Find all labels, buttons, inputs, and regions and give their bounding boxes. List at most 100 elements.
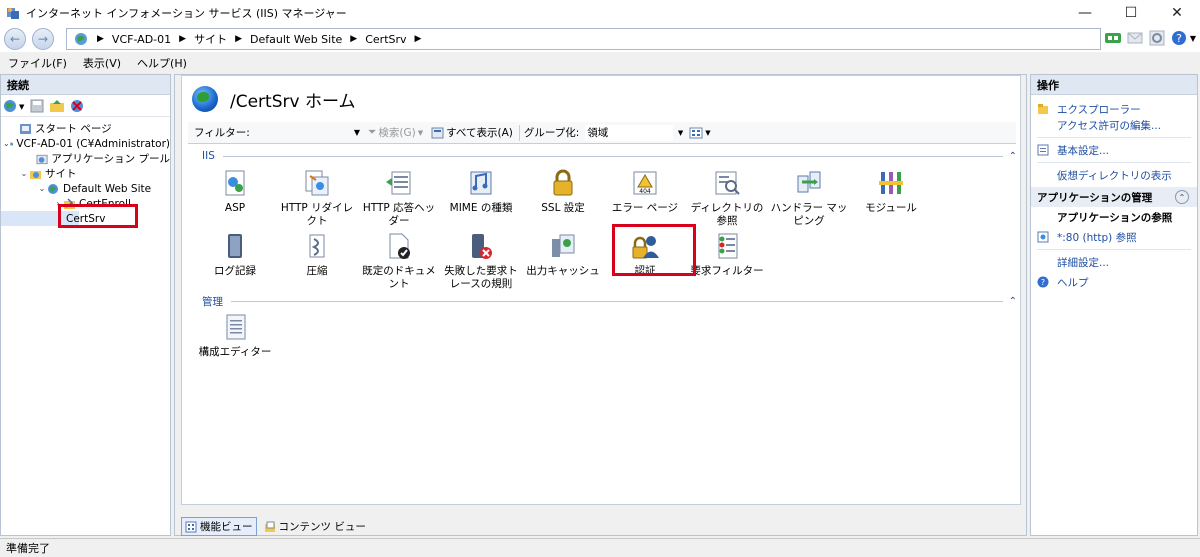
svg-text:▼: ▼ [19,103,25,111]
group-divider [231,301,1003,302]
group-label-manage: 管理 [202,296,223,308]
toolbar-divider [518,124,520,141]
feature-asp[interactable]: ASP [194,168,276,215]
action-label: 仮想ディレクトリの表示 [1057,169,1172,182]
chevron-up-icon[interactable]: ⌃ [1175,190,1189,204]
chevron-up-icon[interactable]: ⌃ [1009,296,1017,307]
feature-failed-request-tracing[interactable]: 失敗した要求トレースの規則 [440,231,522,291]
feature-label: MIME の種類 [449,202,513,214]
configuration-editor-icon [226,314,246,340]
section-label: アプリケーションの管理 [1037,191,1153,204]
action-edit-permissions[interactable]: アクセス許可の編集... [1031,115,1197,135]
menu-view[interactable]: 表示(V) [83,55,121,71]
tab-content-view[interactable]: コンテンツ ビュー [261,518,369,535]
section-manage-application[interactable]: アプリケーションの管理 ⌃ [1031,187,1197,207]
lock-icon [553,169,573,196]
group-by-select[interactable]: 領域 ▼ [585,124,683,141]
minimize-button[interactable]: — [1062,0,1108,26]
feature-ssl-settings[interactable]: SSL 設定 [522,168,604,215]
show-all-button[interactable]: すべて表示(A) [431,125,513,140]
forward-button[interactable]: → [32,28,54,50]
breadcrumb-sites[interactable]: サイト [194,31,227,47]
feature-handler-mappings[interactable]: ハンドラー マッピング [768,168,850,228]
feature-output-caching[interactable]: 出力キャッシュ [522,231,604,278]
window-title: インターネット インフォメーション サービス (IIS) マネージャー [26,7,347,20]
disconnect-icon[interactable] [69,98,85,114]
connect-icon[interactable] [1104,29,1122,47]
title-bar: インターネット インフォメーション サービス (IIS) マネージャー — ☐ … [0,0,1200,26]
action-advanced-settings[interactable]: 詳細設定... [1031,252,1197,272]
tree-toggle-icon[interactable]: ⌄ [3,139,10,148]
save-icon[interactable] [29,98,45,114]
svg-text:?: ? [1176,32,1182,45]
action-help[interactable]: ? ヘルプ [1031,272,1197,292]
chevron-down-icon: ▼ [417,128,424,137]
search-button[interactable]: ⏷ 検索(G) ▼ [368,125,423,140]
chevron-up-icon[interactable]: ⌃ [1009,151,1017,162]
breadcrumb-default-web-site[interactable]: Default Web Site [250,33,342,46]
action-label: *:80 (http) 参照 [1057,231,1137,244]
tree-item-label: スタート ページ [35,123,112,135]
menu-file[interactable]: ファイル(F) [8,55,67,71]
tree-item-start-page[interactable]: スタート ページ [1,121,170,136]
filter-label: フィルター: [194,127,250,139]
http-redirect-icon [305,170,329,196]
tree-item-sites[interactable]: ⌄ サイト [1,166,170,181]
tab-features-view[interactable]: 機能ビュー [181,517,257,536]
feature-request-filtering[interactable]: 要求フィルター [686,231,768,278]
action-view-virtual-directories[interactable]: 仮想ディレクトリの表示 [1031,165,1197,185]
feature-directory-browsing[interactable]: ディレクトリの参照 [686,168,768,228]
tree-toggle-icon[interactable]: ⌄ [37,184,47,193]
feature-mime-types[interactable]: MIME の種類 [440,168,522,215]
connect-dropdown-icon[interactable]: ▼ [3,98,25,114]
sites-folder-icon [30,170,41,179]
action-browse-80[interactable]: *:80 (http) 参照 [1031,227,1197,247]
server-icon [9,142,14,145]
chevron-down-icon[interactable]: ▼ [354,128,360,137]
connections-panel: 接続 ▼ スタート ページ ⌄ VCF-AD-01 (C¥Administrat… [0,74,171,536]
up-folder-icon[interactable] [49,98,65,114]
chevron-down-icon: ▼ [1189,33,1196,43]
feature-http-response-headers[interactable]: HTTP 応答ヘッダー [358,168,440,228]
action-label: アクセス許可の編集... [1057,119,1161,132]
server-globe-icon [75,33,87,45]
back-button[interactable]: ← [4,28,26,50]
feature-configuration-editor[interactable]: 構成エディター [194,312,276,359]
logging-icon [228,234,242,258]
action-divider [1037,137,1191,138]
funnel-icon: ⏷ [367,126,377,138]
action-basic-settings[interactable]: 基本設定... [1031,140,1197,160]
group-by-value: 領域 [587,127,609,139]
mail-icon[interactable] [1126,29,1144,47]
feature-default-document[interactable]: 既定のドキュメント [358,231,440,291]
close-button[interactable]: ✕ [1154,0,1200,26]
feature-modules[interactable]: モジュール [850,168,932,215]
tree-item-app-pools[interactable]: アプリケーション プール [1,151,170,166]
tree-item-default-web-site[interactable]: ⌄ Default Web Site [1,181,170,196]
breadcrumb-separator-icon: ▶ [235,34,242,44]
arrow-left-icon: ← [9,32,21,46]
breadcrumb-server[interactable]: VCF-AD-01 [112,33,171,46]
refresh-icon[interactable] [1148,29,1166,47]
address-box[interactable]: ▶ VCF-AD-01 ▶ サイト ▶ Default Web Site ▶ C… [66,28,1101,50]
action-divider [1037,249,1191,250]
feature-logging[interactable]: ログ記録 [194,231,276,278]
feature-error-pages[interactable]: 404 エラー ページ [604,168,686,215]
feature-compression[interactable]: 圧縮 [276,231,358,278]
failed-request-tracing-icon [472,234,492,259]
feature-http-redirect[interactable]: HTTP リダイレクト [276,168,358,228]
help-icon: ? [1037,276,1049,288]
maximize-button[interactable]: ☐ [1108,0,1154,26]
help-dropdown[interactable]: ? ▼ [1170,29,1196,47]
feature-label: 構成エディター [198,346,272,358]
filter-input[interactable] [253,124,354,141]
tree-toggle-icon[interactable]: ⌄ [19,169,29,178]
view-mode-button[interactable]: ▼ [689,127,711,139]
breadcrumb-certsrv[interactable]: CertSrv [365,33,406,46]
menu-help[interactable]: ヘルプ(H) [137,55,187,71]
tree-item-label: アプリケーション プール [51,153,170,165]
group-header-iis[interactable]: IIS ⌃ [202,150,1017,162]
tree-item-server[interactable]: ⌄ VCF-AD-01 (C¥Administrator) [1,136,170,151]
group-header-manage[interactable]: 管理 ⌃ [202,294,1017,309]
group-divider [222,155,1003,157]
